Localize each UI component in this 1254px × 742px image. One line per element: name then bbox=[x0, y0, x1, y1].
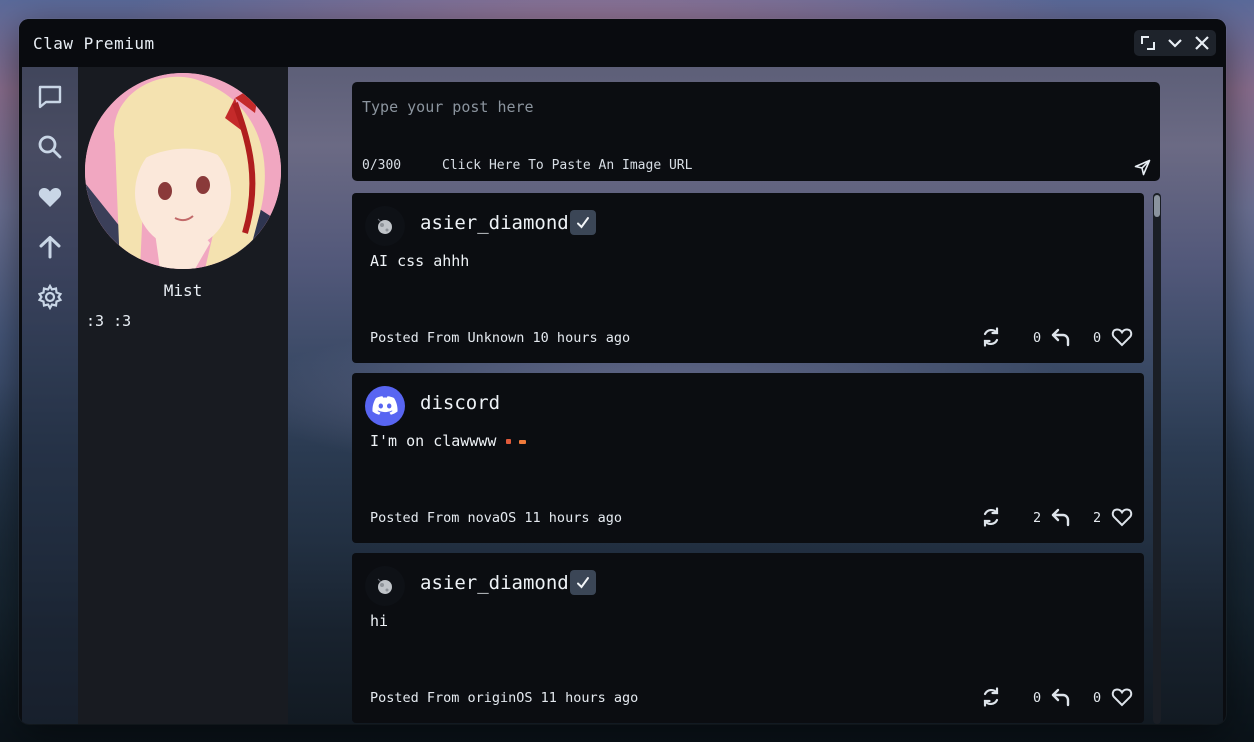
post-card: asier_diamond AI css ahhh Posted From Un… bbox=[352, 193, 1144, 363]
post-text: hi bbox=[370, 612, 389, 630]
nav-rail bbox=[22, 67, 78, 724]
moon-avatar[interactable] bbox=[365, 566, 405, 606]
like-count: 2 bbox=[1093, 510, 1102, 526]
repost-count: 0 bbox=[1033, 690, 1042, 706]
moon-avatar[interactable] bbox=[365, 206, 405, 246]
feed-scrollbar[interactable] bbox=[1153, 193, 1161, 724]
post-username[interactable]: asier_diamond bbox=[420, 572, 569, 594]
app-window: Claw Premium Mist:3:3 Type your post h… bbox=[19, 19, 1226, 724]
profile-bio: :3 :3 bbox=[86, 312, 132, 330]
heart-outline-icon[interactable] bbox=[1111, 684, 1133, 710]
reply-icon[interactable] bbox=[1050, 504, 1072, 530]
post-actions: 2 2 bbox=[972, 504, 1142, 530]
discord-avatar[interactable] bbox=[365, 386, 405, 426]
close-icon[interactable] bbox=[1190, 31, 1214, 55]
send-icon[interactable] bbox=[1132, 157, 1152, 177]
verified-check-icon bbox=[570, 570, 596, 595]
repost-icon[interactable] bbox=[980, 324, 1002, 350]
titlebar: Claw Premium bbox=[19, 19, 1226, 67]
arrow-up-icon[interactable] bbox=[36, 233, 64, 261]
like-count: 0 bbox=[1093, 330, 1102, 346]
post-meta: Posted From novaOS 11 hours ago bbox=[370, 510, 622, 526]
post-input[interactable] bbox=[362, 92, 1102, 122]
heart-outline-icon[interactable] bbox=[1111, 504, 1133, 530]
post-meta: Posted From Unknown 10 hours ago bbox=[370, 330, 631, 346]
app-title: Claw Premium bbox=[33, 33, 155, 53]
post-card: discord I'm on clawwww Posted From novaO… bbox=[352, 373, 1144, 543]
content-area: Mist :3 :3 0/300 Click Here To Paste An … bbox=[22, 67, 1223, 724]
paste-image-url-button[interactable]: Click Here To Paste An Image URL bbox=[442, 158, 692, 173]
post-username[interactable]: discord bbox=[420, 392, 500, 414]
repost-icon[interactable] bbox=[980, 684, 1002, 710]
post-meta: Posted From originOS 11 hours ago bbox=[370, 690, 639, 706]
chevron-down-icon[interactable] bbox=[1163, 31, 1187, 55]
emoji-icon bbox=[506, 439, 512, 444]
repost-count: 0 bbox=[1033, 330, 1042, 346]
heart-outline-icon[interactable] bbox=[1111, 324, 1133, 350]
repost-icon[interactable] bbox=[980, 504, 1002, 530]
post-text: AI css ahhh bbox=[370, 252, 470, 270]
repost-count: 2 bbox=[1033, 510, 1042, 526]
post-feed: asier_diamond AI css ahhh Posted From Un… bbox=[352, 193, 1144, 724]
post-card: asier_diamond hi Posted From originOS 11… bbox=[352, 553, 1144, 723]
like-count: 0 bbox=[1093, 690, 1102, 706]
post-text: I'm on clawwww bbox=[370, 432, 527, 450]
scrollbar-thumb[interactable] bbox=[1154, 195, 1160, 217]
emoji-icon bbox=[519, 439, 527, 444]
search-icon[interactable] bbox=[36, 133, 64, 161]
char-counter: 0/300 bbox=[362, 158, 402, 173]
profile-panel: Mist :3 :3 bbox=[78, 67, 288, 724]
reply-icon[interactable] bbox=[1050, 684, 1072, 710]
profile-name: Mist bbox=[163, 281, 203, 300]
heart-icon[interactable] bbox=[36, 183, 64, 211]
reply-icon[interactable] bbox=[1050, 324, 1072, 350]
post-actions: 0 0 bbox=[972, 684, 1142, 710]
post-username[interactable]: asier_diamond bbox=[420, 212, 569, 234]
verified-check-icon bbox=[570, 210, 596, 235]
profile-avatar[interactable] bbox=[85, 73, 281, 269]
maximize-icon[interactable] bbox=[1136, 31, 1160, 55]
window-controls bbox=[1134, 30, 1216, 56]
chat-icon[interactable] bbox=[36, 83, 64, 111]
settings-icon[interactable] bbox=[36, 283, 64, 311]
post-text-content: I'm on clawwww bbox=[370, 432, 497, 450]
post-composer: 0/300 Click Here To Paste An Image URL bbox=[352, 82, 1160, 181]
post-actions: 0 0 bbox=[972, 324, 1142, 350]
